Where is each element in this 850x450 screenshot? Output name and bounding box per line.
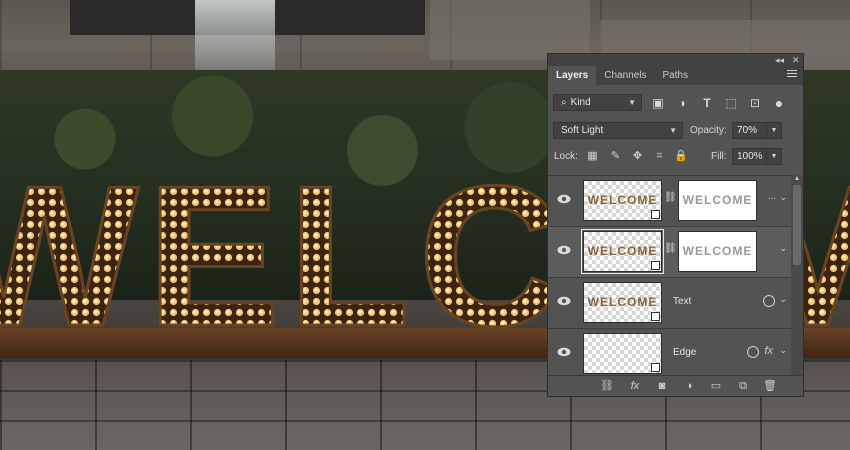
layer-thumbnail[interactable]: WELCOME bbox=[583, 282, 662, 323]
layers-scrollbar[interactable]: ▲ bbox=[791, 175, 803, 375]
fill-field[interactable]: 100% ▼ bbox=[732, 148, 782, 165]
smart-object-filter-icon[interactable]: ⊡ bbox=[748, 96, 762, 110]
chevron-down-icon[interactable]: ⌄ bbox=[779, 192, 787, 203]
eye-icon[interactable] bbox=[557, 347, 571, 357]
layers-panel: ◂◂ ✕ Layers Channels Paths ⌕ Kind ▼ ▣ ◑ T… bbox=[547, 53, 804, 397]
panel-tabs: Layers Channels Paths bbox=[548, 66, 803, 85]
pixel-layer-filter-icon[interactable]: ▣ bbox=[651, 96, 665, 110]
layer-row[interactable]: Edge fx ⌄ bbox=[548, 329, 791, 376]
opacity-label: Opacity: bbox=[690, 125, 727, 136]
fill-value: 100% bbox=[737, 151, 763, 162]
scroll-up-icon[interactable]: ▲ bbox=[791, 175, 803, 182]
eye-icon[interactable] bbox=[557, 296, 571, 306]
smart-filter-icon[interactable] bbox=[747, 346, 759, 358]
layers-list: WELCOME ⛓ WELCOME ... ⌄ WELCOME ⛓ WELCOM… bbox=[548, 175, 791, 376]
layer-mask-thumbnail[interactable]: WELCOME bbox=[678, 231, 757, 272]
close-icon[interactable]: ✕ bbox=[792, 54, 800, 66]
smart-object-icon bbox=[651, 210, 660, 219]
thumbnail-text: WELCOME bbox=[587, 244, 658, 258]
smart-object-icon bbox=[651, 261, 660, 270]
collapse-icon[interactable]: ◂◂ bbox=[775, 54, 784, 66]
shape-layer-filter-icon[interactable]: ⬚ bbox=[724, 96, 738, 110]
type-layer-filter-icon[interactable]: T bbox=[700, 96, 714, 110]
opacity-field[interactable]: 70% ▼ bbox=[732, 122, 782, 139]
chevron-down-icon[interactable]: ⌄ bbox=[779, 243, 787, 254]
layer-more-label: ... bbox=[768, 191, 777, 202]
filter-kind-dropdown[interactable]: ⌕ Kind ▼ bbox=[553, 94, 642, 111]
smart-filter-icon[interactable] bbox=[763, 295, 775, 307]
filter-toggle-icon[interactable]: ● bbox=[772, 96, 786, 110]
tab-paths[interactable]: Paths bbox=[655, 66, 697, 85]
tab-layers[interactable]: Layers bbox=[548, 66, 597, 85]
scrollbar-thumb[interactable] bbox=[793, 185, 801, 265]
link-layers-icon[interactable]: ⛓ bbox=[600, 379, 614, 393]
new-adjustment-layer-icon[interactable]: ◑ bbox=[682, 379, 696, 393]
tab-channels[interactable]: Channels bbox=[596, 66, 654, 85]
layer-row[interactable]: WELCOME ⛓ WELCOME ... ⌄ bbox=[548, 176, 791, 227]
fountain-water bbox=[195, 0, 275, 75]
chevron-down-icon: ▼ bbox=[628, 98, 636, 107]
wall-slab bbox=[430, 0, 590, 60]
blend-mode-value: Soft Light bbox=[561, 125, 604, 136]
chevron-down-icon[interactable]: ⌄ bbox=[779, 345, 787, 356]
adjustment-layer-filter-icon[interactable]: ◑ bbox=[675, 96, 689, 110]
link-icon[interactable]: ⛓ bbox=[664, 192, 677, 206]
lock-position-icon[interactable]: ✥ bbox=[631, 150, 644, 163]
chevron-down-icon[interactable]: ▼ bbox=[766, 123, 781, 138]
search-icon: ⌕ bbox=[561, 97, 567, 108]
layer-thumbnail[interactable] bbox=[583, 333, 662, 374]
mask-text: WELCOME bbox=[682, 244, 753, 258]
lock-artboard-icon[interactable]: ⌗ bbox=[653, 150, 666, 163]
new-layer-icon[interactable]: ⧉ bbox=[736, 379, 750, 393]
lock-all-icon[interactable]: 🔒 bbox=[674, 150, 688, 163]
smart-object-icon bbox=[651, 312, 660, 321]
panel-menu-icon[interactable] bbox=[787, 70, 797, 80]
chevron-down-icon[interactable]: ▼ bbox=[766, 149, 781, 164]
add-layer-style-icon[interactable]: fx bbox=[628, 379, 642, 393]
layer-thumbnail[interactable]: WELCOME bbox=[583, 180, 662, 221]
lock-transparent-pixels-icon[interactable]: ▦ bbox=[586, 150, 599, 163]
panel-bottom-toolbar: ⛓ fx ◙ ◑ ▭ ⧉ 🗑 bbox=[548, 375, 803, 397]
eye-icon[interactable] bbox=[557, 245, 571, 255]
mask-text: WELCOME bbox=[682, 193, 753, 207]
add-mask-icon[interactable]: ◙ bbox=[655, 379, 669, 393]
layer-effects-icon[interactable]: fx bbox=[764, 345, 773, 357]
thumbnail-text: WELCOME bbox=[587, 295, 658, 309]
chevron-down-icon: ▼ bbox=[669, 126, 677, 135]
opacity-value: 70% bbox=[737, 125, 758, 136]
thumbnail-text: WELCOME bbox=[587, 193, 658, 207]
new-group-folder-icon[interactable]: ▭ bbox=[709, 379, 723, 393]
panel-titlebar: ◂◂ ✕ bbox=[548, 54, 803, 66]
layer-mask-thumbnail[interactable]: WELCOME bbox=[678, 180, 757, 221]
fill-label: Fill: bbox=[711, 151, 727, 162]
chevron-down-icon[interactable]: ⌄ bbox=[779, 294, 787, 305]
filter-kind-label: Kind bbox=[570, 97, 591, 108]
layer-row[interactable]: WELCOME Text ⌄ bbox=[548, 278, 791, 329]
lock-image-pixels-icon[interactable]: ✎ bbox=[609, 150, 622, 163]
layer-thumbnail[interactable]: WELCOME bbox=[581, 229, 664, 274]
lock-label: Lock: bbox=[554, 151, 578, 162]
smart-object-icon bbox=[651, 363, 660, 372]
eye-icon[interactable] bbox=[557, 194, 571, 204]
layer-row-selected[interactable]: WELCOME ⛓ WELCOME ⌄ bbox=[548, 227, 791, 278]
link-icon[interactable]: ⛓ bbox=[664, 243, 677, 257]
layer-name[interactable]: Text bbox=[673, 296, 691, 307]
blend-mode-dropdown[interactable]: Soft Light ▼ bbox=[553, 122, 683, 139]
layer-name[interactable]: Edge bbox=[673, 347, 696, 358]
delete-layer-trash-icon[interactable]: 🗑 bbox=[763, 379, 777, 393]
